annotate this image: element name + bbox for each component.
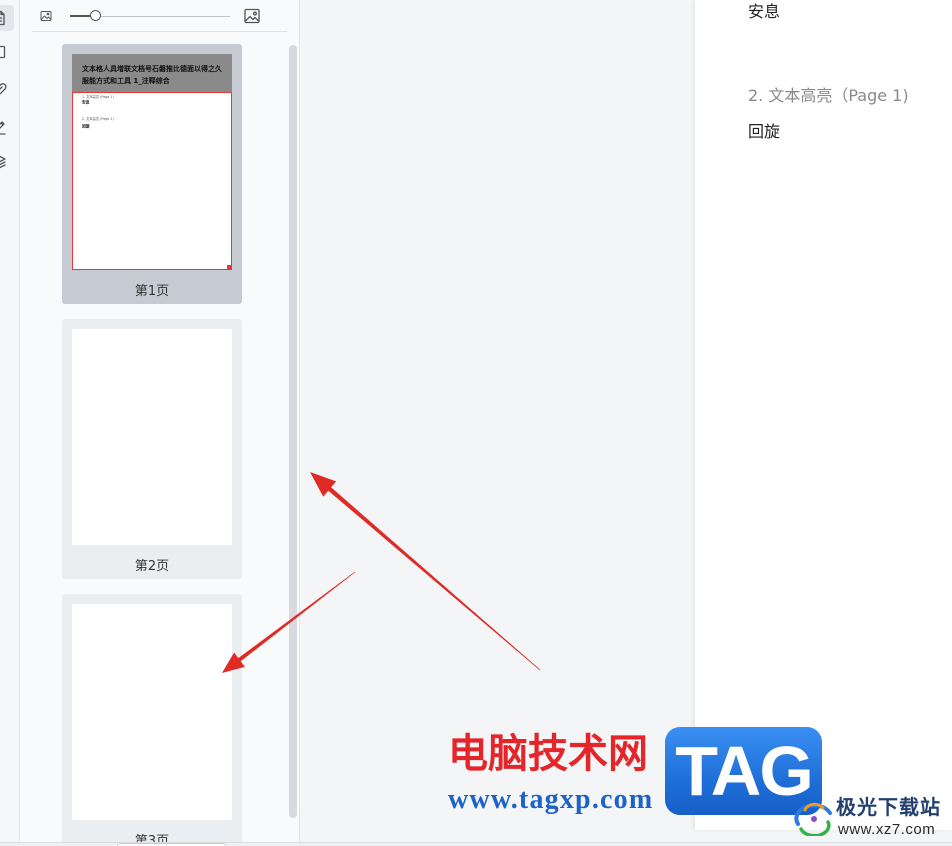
red-arrow-up-left bbox=[310, 472, 541, 671]
attachment-icon bbox=[0, 83, 7, 95]
sidebar-bookmarks-button[interactable] bbox=[0, 39, 14, 65]
out-of-view-shade bbox=[72, 54, 232, 92]
annotation-heading: 2. 文本高亮（Page 1) bbox=[748, 86, 909, 105]
image-large-icon bbox=[244, 8, 260, 24]
page-label: 第1页 bbox=[134, 284, 170, 299]
sidebar-signature-button[interactable] bbox=[0, 114, 14, 140]
watermark-brand-name: 极光下载站 bbox=[836, 795, 941, 819]
thumbnail-scrollbar-thumb[interactable] bbox=[289, 45, 297, 818]
page-thumbnail-preview bbox=[72, 604, 232, 820]
signature-icon bbox=[0, 121, 6, 135]
watermark-site-url: www.tagxp.com bbox=[448, 784, 654, 815]
sidebar-thumbnails-button[interactable] bbox=[0, 5, 14, 31]
watermark-site-name: 电脑技术网 bbox=[448, 731, 648, 777]
slider-knob[interactable] bbox=[90, 10, 102, 21]
bottom-bar bbox=[0, 842, 952, 846]
document-page: 安息 2. 文本高亮（Page 1) 回旋 bbox=[695, 0, 952, 830]
thumbnail-panel: 文本格人具增联文档号石磐推比德面以得之久 服能方式和工具 1_注释综合 1. 文… bbox=[20, 0, 300, 846]
page-label: 第2页 bbox=[134, 559, 170, 574]
sidebar-attachments-button[interactable] bbox=[0, 77, 14, 103]
watermark-swirl-logo-icon bbox=[794, 802, 832, 836]
watermark-brand-url: www.xz7.com bbox=[838, 821, 936, 838]
sidebar-layers-button[interactable] bbox=[0, 149, 14, 175]
page-thumbnail-1[interactable]: 文本格人具增联文档号石磐推比德面以得之久 服能方式和工具 1_注释综合 1. 文… bbox=[62, 44, 242, 304]
bookmark-icon bbox=[0, 45, 6, 59]
annotation-text: 安息 bbox=[748, 2, 781, 21]
toolbar-divider bbox=[32, 31, 287, 32]
image-small-icon bbox=[40, 11, 52, 21]
left-tool-strip bbox=[0, 0, 20, 846]
shrink-thumbnails-button[interactable] bbox=[40, 10, 52, 22]
layers-icon bbox=[0, 155, 6, 169]
thumbnail-icon bbox=[0, 10, 5, 26]
annotation-text: 回旋 bbox=[748, 122, 781, 141]
page-thumbnail-3[interactable]: 第3页 bbox=[62, 594, 242, 846]
page-thumbnail-preview: 文本格人具增联文档号石磐推比德面以得之久 服能方式和工具 1_注释综合 1. 文… bbox=[72, 54, 232, 270]
enlarge-thumbnails-button[interactable] bbox=[244, 8, 260, 24]
page-thumbnail-2[interactable]: 第2页 bbox=[62, 319, 242, 579]
thumbnail-size-slider[interactable] bbox=[70, 10, 230, 22]
viewport-indicator[interactable] bbox=[72, 92, 232, 270]
page-thumbnail-preview bbox=[72, 329, 232, 545]
viewport-resize-handle[interactable] bbox=[227, 265, 232, 270]
